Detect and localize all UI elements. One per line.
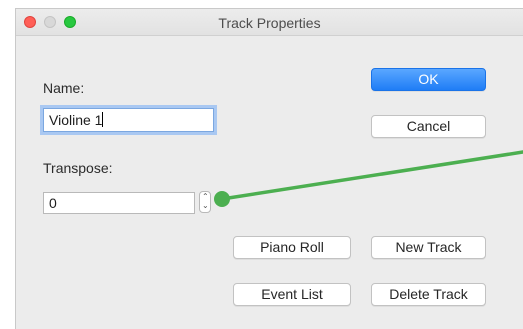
annotation-line xyxy=(220,150,523,201)
annotation-dot xyxy=(214,191,230,207)
annotation-callout xyxy=(214,150,523,207)
